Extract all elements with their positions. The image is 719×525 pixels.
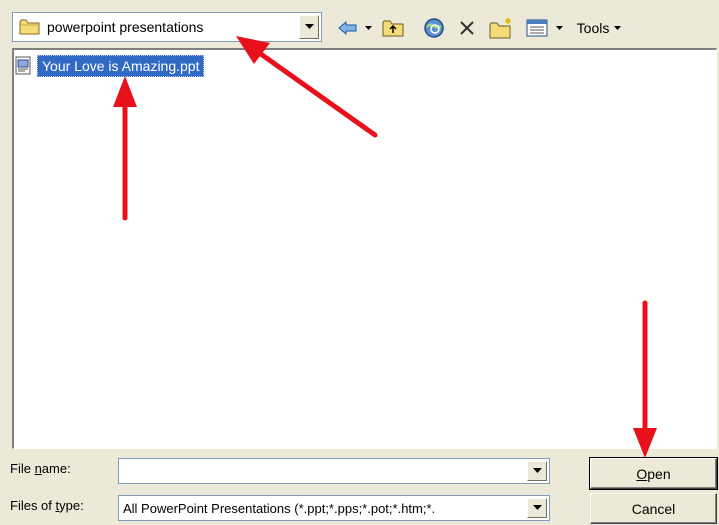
look-in-dropdown[interactable]: powerpoint presentations xyxy=(12,12,322,42)
views-button[interactable] xyxy=(524,14,550,42)
open-button[interactable]: Open xyxy=(589,457,718,490)
look-in-dropdown-button[interactable] xyxy=(299,15,319,39)
chevron-down-icon xyxy=(304,24,314,29)
files-of-type-dropdown[interactable]: All PowerPoint Presentations (*.ppt;*.pp… xyxy=(118,495,550,521)
new-folder-icon xyxy=(489,18,511,39)
powerpoint-file-icon xyxy=(14,56,34,76)
search-web-icon xyxy=(424,18,444,38)
up-one-level-icon xyxy=(382,20,404,37)
label-part: ame: xyxy=(41,461,71,476)
file-name-dropdown-button[interactable] xyxy=(527,461,547,481)
look-in-value: powerpoint presentations xyxy=(47,19,204,35)
file-name: Your Love is Amazing.ppt xyxy=(37,55,205,77)
chevron-down-icon xyxy=(555,25,563,30)
button-accelerator: O xyxy=(636,465,648,482)
label-part: ype: xyxy=(59,498,84,513)
delete-button[interactable] xyxy=(455,14,479,42)
label-accelerator: n xyxy=(34,461,42,476)
file-list[interactable]: Your Love is Amazing.ppt xyxy=(12,48,717,449)
files-of-type-value: All PowerPoint Presentations (*.ppt;*.pp… xyxy=(123,500,436,516)
up-one-level-button[interactable] xyxy=(380,14,406,42)
tools-menu[interactable]: Tools xyxy=(571,14,627,42)
file-name-label: File name: xyxy=(10,461,71,476)
chevron-down-icon xyxy=(614,25,622,30)
chevron-down-icon xyxy=(532,468,542,473)
chevron-down-icon xyxy=(364,25,372,30)
tools-dropdown-arrow xyxy=(614,25,622,31)
cancel-button[interactable]: Cancel xyxy=(590,493,717,524)
delete-icon xyxy=(460,21,474,35)
views-icon xyxy=(526,19,548,37)
file-name-field[interactable] xyxy=(118,458,550,484)
button-label: Cancel xyxy=(631,500,676,517)
views-dropdown[interactable] xyxy=(553,14,565,42)
files-of-type-label: Files of type: xyxy=(10,498,84,513)
tools-label: Tools xyxy=(576,20,610,36)
label-part: File xyxy=(10,461,35,476)
folder-icon xyxy=(19,18,41,36)
list-item[interactable]: Your Love is Amazing.ppt xyxy=(14,55,205,77)
button-label: pen xyxy=(647,465,671,482)
label-part: Files of xyxy=(10,498,56,513)
back-history-dropdown[interactable] xyxy=(362,14,374,42)
back-button[interactable] xyxy=(336,14,360,42)
back-arrow-icon xyxy=(338,21,357,35)
files-of-type-dropdown-button[interactable] xyxy=(527,498,547,518)
chevron-down-icon xyxy=(532,505,542,510)
new-folder-button[interactable] xyxy=(487,14,515,42)
search-web-button[interactable] xyxy=(421,14,447,42)
